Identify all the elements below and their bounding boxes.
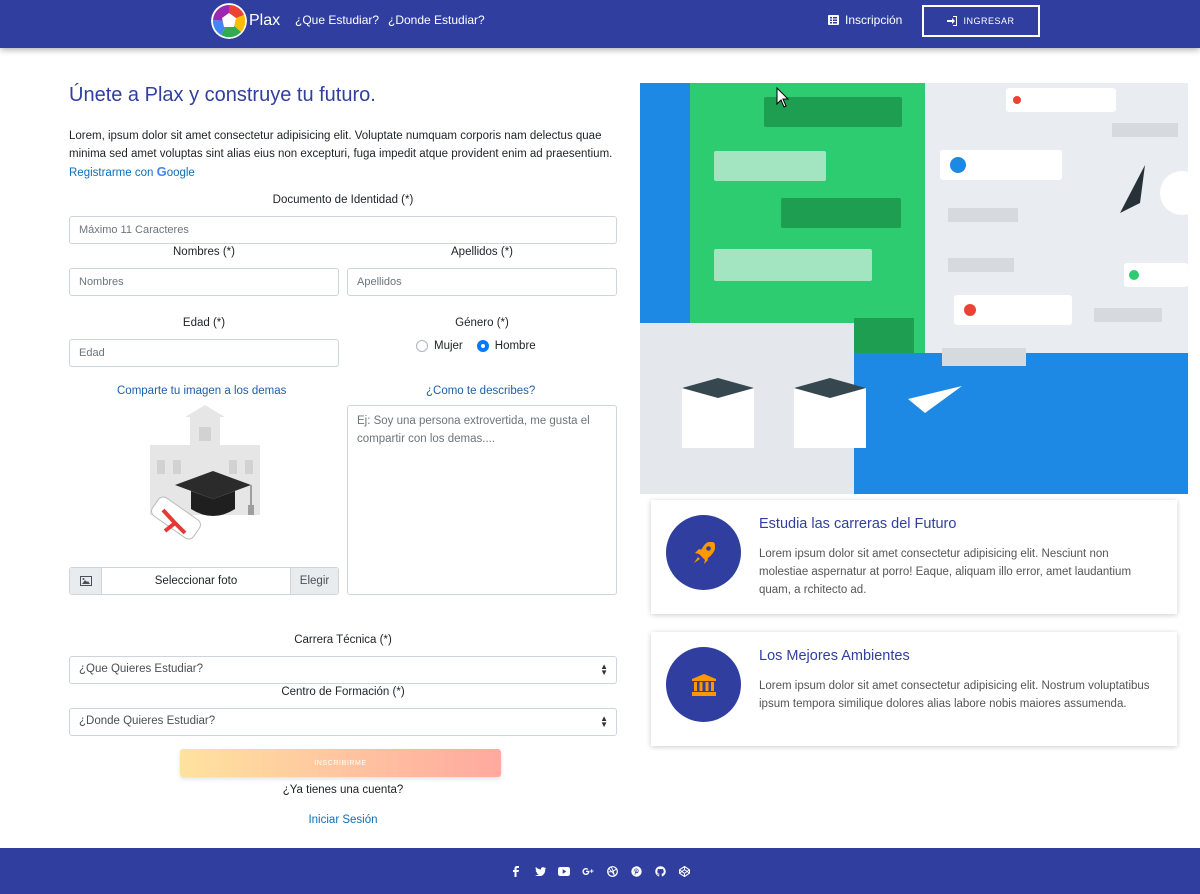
rocket-icon <box>666 515 741 590</box>
centro-value: ¿Donde Quieres Estudiar? <box>79 715 216 727</box>
top-navbar: Plax ¿Que Estudiar? ¿Donde Estudiar? Ins… <box>0 0 1200 48</box>
google-rest: oogle <box>166 167 195 179</box>
intro-text: Lorem, ipsum dolor sit amet consectetur … <box>69 130 613 160</box>
list-icon <box>828 15 839 25</box>
select-caret-icon: ▲ ▼ <box>600 662 608 677</box>
imagen-label: Comparte tu imagen a los demas <box>117 385 287 397</box>
file-name-text: Seleccionar foto <box>154 575 238 587</box>
twitter-icon[interactable] <box>534 865 546 877</box>
card-title: Estudia las carreras del Futuro <box>759 516 957 532</box>
apellidos-label: Apellidos (*) <box>451 246 513 258</box>
ingresar-button[interactable]: INGRESAR <box>922 5 1040 37</box>
apellidos-input[interactable]: Apellidos <box>347 268 617 296</box>
nav-inscripcion[interactable]: Inscripción <box>828 13 902 27</box>
card-title: Los Mejores Ambientes <box>759 648 910 664</box>
select-caret-icon: ▲ ▼ <box>600 714 608 729</box>
plax-logo-icon <box>211 3 247 39</box>
mouse-cursor-icon <box>776 87 790 108</box>
hero-illustration <box>640 83 1188 494</box>
dribbble-icon[interactable] <box>606 865 618 877</box>
documento-label: Documento de Identidad (*) <box>272 194 414 206</box>
ingresar-label: INGRESAR <box>963 16 1015 26</box>
centro-select[interactable]: ¿Donde Quieres Estudiar? ▲ ▼ <box>69 708 617 736</box>
brand-name: Plax <box>249 12 281 29</box>
card-text: Lorem ipsum dolor sit amet consectetur a… <box>759 548 1132 596</box>
inscribirme-button[interactable]: INSCRIBIRME <box>180 749 501 777</box>
youtube-icon[interactable] <box>558 865 570 877</box>
carrera-select[interactable]: ¿Que Quieres Estudiar? ▲ ▼ <box>69 656 617 684</box>
centro-label: Centro de Formación (*) <box>281 686 405 698</box>
iniciar-sesion-link[interactable]: Iniciar Sesión <box>69 814 617 826</box>
intro-paragraph: Lorem, ipsum dolor sit amet consectetur … <box>69 127 619 182</box>
pinterest-icon[interactable] <box>630 865 642 877</box>
page-title: Únete a Plax y construye tu futuro. <box>69 84 376 106</box>
google-link-prefix: Registrarme con <box>69 167 157 179</box>
nav-donde-estudiar[interactable]: ¿Donde Estudiar? <box>388 13 485 27</box>
hombre-label: Hombre <box>494 340 536 352</box>
footer <box>0 848 1200 894</box>
nav-inscripcion-label: Inscripción <box>845 13 903 27</box>
carrera-value: ¿Que Quieres Estudiar? <box>79 663 204 675</box>
facebook-icon[interactable] <box>510 865 522 877</box>
brand-logo[interactable]: Plax <box>211 3 280 39</box>
google-plus-icon[interactable] <box>582 865 594 877</box>
university-icon <box>666 647 741 722</box>
edad-input[interactable]: Edad <box>69 339 339 367</box>
describe-textarea[interactable]: Ej: Soy una persona extrovertida, me gus… <box>347 405 617 595</box>
card-text: Lorem ipsum dolor sit amet consectetur a… <box>759 680 1150 710</box>
mujer-radio[interactable] <box>416 340 428 352</box>
google-g: G <box>156 164 167 179</box>
codepen-icon[interactable] <box>678 865 690 877</box>
feature-card: Los Mejores Ambientes Lorem ipsum dolor … <box>651 632 1177 746</box>
genero-mujer-option[interactable]: Mujer <box>416 340 463 352</box>
describe-label: ¿Como te describes? <box>426 385 536 397</box>
nav-que-estudiar[interactable]: ¿Que Estudiar? <box>295 13 379 27</box>
google-register-link[interactable]: Registrarme con Google <box>69 164 195 179</box>
nombres-label: Nombres (*) <box>173 246 235 258</box>
mujer-label: Mujer <box>434 340 463 352</box>
sign-in-icon <box>947 16 958 26</box>
file-choose-button[interactable]: Elegir <box>290 568 338 594</box>
hombre-radio[interactable] <box>476 340 489 352</box>
genero-label: Género (*) <box>455 317 509 329</box>
have-account-text: ¿Ya tienes una cuenta? <box>282 784 404 796</box>
graduation-illustration <box>135 405 275 555</box>
documento-input[interactable]: Máximo 11 Caracteres <box>69 216 617 244</box>
photo-file-input[interactable]: Seleccionar foto Elegir <box>69 567 339 595</box>
genero-radio-group: Mujer Hombre <box>416 340 536 352</box>
edad-label: Edad (*) <box>182 317 226 329</box>
github-icon[interactable] <box>654 865 666 877</box>
genero-hombre-option[interactable]: Hombre <box>476 340 536 352</box>
image-icon <box>70 568 102 594</box>
carrera-label: Carrera Técnica (*) <box>294 634 392 646</box>
nombres-input[interactable]: Nombres <box>69 268 339 296</box>
feature-card: Estudia las carreras del Futuro Lorem ip… <box>651 500 1177 614</box>
